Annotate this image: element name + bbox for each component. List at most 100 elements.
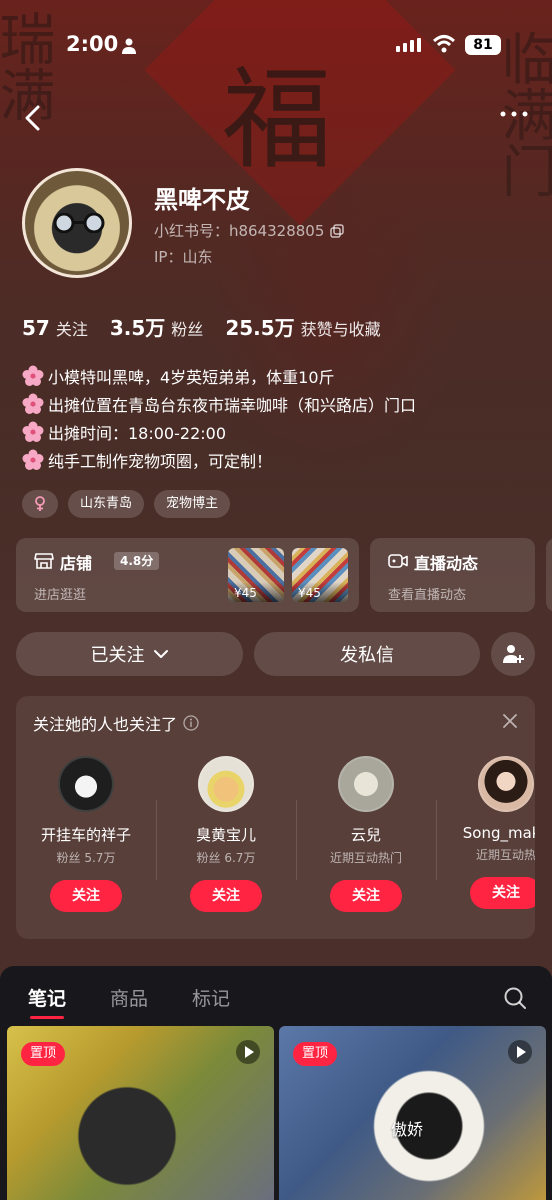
- redid-label: 小红书号：h864328805: [154, 222, 325, 240]
- add-friend-button[interactable]: [491, 632, 535, 676]
- tab-products[interactable]: 商品: [110, 984, 148, 1011]
- recommended-user-avatar[interactable]: [478, 756, 534, 812]
- store-icon: [34, 553, 54, 569]
- cherry-blossom-icon: [22, 421, 44, 442]
- recommended-user-name: 开挂车的祥子: [40, 826, 131, 844]
- gender-tag: [22, 490, 58, 518]
- recommended-user-avatar[interactable]: [58, 756, 114, 812]
- recommended-user-name: Song_make: [462, 824, 535, 842]
- store-subtitle: 进店逛逛: [34, 588, 87, 603]
- recommended-user-sub: 粉丝 6.7万: [196, 851, 256, 865]
- recommended-user-avatar[interactable]: [338, 756, 394, 812]
- recommended-user[interactable]: 云兒 近期互动热门 关注: [296, 756, 436, 936]
- recommended-user-name: 臭黄宝儿: [195, 826, 256, 844]
- live-subtitle: 查看直播动态: [388, 588, 467, 603]
- chevron-down-icon: [153, 650, 168, 658]
- bio: 小模特叫黑啤，4岁英短弟弟，体重10斤 出摊位置在青岛台东夜市瑞幸咖啡（和兴路店…: [22, 362, 532, 474]
- status-time: 2:00: [66, 32, 119, 56]
- avatar[interactable]: [22, 168, 132, 278]
- bio-text: 出摊位置在青岛台东夜市瑞幸咖啡（和兴路店）门口: [48, 396, 417, 415]
- product-price: ¥45: [292, 582, 348, 602]
- video-play-icon: [236, 1040, 260, 1064]
- stat-followers[interactable]: 3.5万 粉丝: [110, 312, 203, 341]
- stat-label: 获赞与收藏: [300, 320, 381, 339]
- live-card[interactable]: 直播动态 查看直播动态: [370, 538, 535, 612]
- extra-card[interactable]: [546, 538, 552, 612]
- cherry-blossom-icon: [22, 365, 44, 386]
- stat-following[interactable]: 57 关注: [22, 316, 88, 340]
- stat-value: 25.5万: [225, 316, 295, 340]
- recommended-follow-button[interactable]: 关注: [330, 880, 402, 912]
- recommended-user-sub: 近期互动热门: [329, 851, 402, 865]
- add-user-icon: [503, 645, 524, 663]
- content-tabs: 笔记 商品 标记: [28, 984, 230, 1019]
- ip-location: IP：山东: [154, 248, 213, 266]
- product-thumbnail[interactable]: ¥45: [292, 548, 348, 602]
- back-button[interactable]: [20, 104, 48, 132]
- recommended-user-avatar[interactable]: [198, 756, 254, 812]
- wifi-icon: [432, 35, 456, 53]
- product-thumbnail[interactable]: ¥45: [228, 548, 284, 602]
- cherry-blossom-icon: [22, 449, 44, 470]
- store-rating: 4.8分: [114, 552, 160, 570]
- stat-likes-collections[interactable]: 25.5万 获赞与收藏: [225, 312, 380, 341]
- recommended-user[interactable]: Song_make 近期互动热 关注: [436, 756, 535, 936]
- more-button[interactable]: [498, 104, 530, 124]
- note-card[interactable]: 置顶: [7, 1026, 274, 1200]
- recommended-user[interactable]: 臭黄宝儿 粉丝 6.7万 关注: [156, 756, 296, 936]
- username: 黑啤不皮: [154, 186, 250, 214]
- bio-line: 小模特叫黑啤，4岁英短弟弟，体重10斤: [22, 362, 532, 390]
- video-play-icon: [508, 1040, 532, 1064]
- recommendation-title: 关注她的人也关注了: [33, 711, 199, 735]
- content-section: 笔记 商品 标记 置顶 置顶 傲娇: [0, 966, 552, 1200]
- profile-stats: 57 关注 3.5万 粉丝 25.5万 获赞与收藏: [22, 312, 381, 341]
- bio-text: 出摊时间：18:00-22:00: [48, 424, 226, 443]
- message-label: 发私信: [340, 645, 394, 666]
- tab-notes[interactable]: 笔记: [28, 984, 66, 1019]
- product-price: ¥45: [228, 582, 284, 602]
- stat-label: 粉丝: [171, 320, 204, 339]
- bio-text: 小模特叫黑啤，4岁英短弟弟，体重10斤: [48, 368, 335, 387]
- bio-line: 出摊时间：18:00-22:00: [22, 418, 532, 446]
- following-label: 已关注: [90, 645, 145, 666]
- recommended-follow-button[interactable]: 关注: [190, 880, 262, 912]
- category-tag: 宠物博主: [154, 490, 231, 518]
- recommended-follow-button[interactable]: 关注: [50, 880, 122, 912]
- message-button[interactable]: 发私信: [254, 632, 480, 676]
- redid-row[interactable]: 小红书号：h864328805: [154, 220, 345, 241]
- bio-line: 出摊位置在青岛台东夜市瑞幸咖啡（和兴路店）门口: [22, 390, 532, 418]
- stat-label: 关注: [55, 320, 88, 339]
- battery-indicator: 81: [465, 35, 501, 55]
- note-caption: 傲娇: [391, 1120, 424, 1139]
- store-title: 店铺: [60, 554, 93, 573]
- tab-bookmarks[interactable]: 标记: [192, 984, 230, 1011]
- avatar-image: [53, 213, 105, 233]
- close-icon[interactable]: [503, 714, 517, 728]
- following-button[interactable]: 已关注: [16, 632, 243, 676]
- note-card[interactable]: 置顶 傲娇: [279, 1026, 546, 1200]
- stat-value: 57: [22, 316, 50, 340]
- recommended-user[interactable]: 开挂车的祥子 粉丝 5.7万 关注: [16, 756, 156, 936]
- recommended-user-sub: 近期互动热: [475, 848, 535, 862]
- location-tag: 山东青岛: [68, 490, 145, 518]
- pinned-badge: 置顶: [21, 1042, 66, 1066]
- cherry-blossom-icon: [22, 393, 44, 414]
- profile-tags: 山东青岛 宠物博主: [22, 490, 231, 518]
- status-bar: 2:00 81: [0, 30, 552, 60]
- search-icon[interactable]: [503, 986, 527, 1010]
- recommended-follow-button[interactable]: 关注: [470, 877, 535, 909]
- person-icon: [122, 38, 136, 54]
- live-camera-icon: [388, 554, 408, 568]
- recommendation-title-text: 关注她的人也关注了: [33, 715, 178, 734]
- store-card[interactable]: 店铺 4.8分 进店逛逛 ¥45 ¥45: [16, 538, 359, 612]
- pinned-badge: 置顶: [293, 1042, 338, 1066]
- bio-text: 纯手工制作宠物项圈，可定制！: [48, 452, 273, 471]
- live-title: 直播动态: [414, 554, 479, 573]
- female-icon: [35, 496, 45, 511]
- copy-icon[interactable]: [330, 223, 345, 238]
- info-icon[interactable]: [183, 715, 199, 731]
- recommended-user-name: 云兒: [350, 826, 381, 844]
- recommendation-panel: 关注她的人也关注了 开挂车的祥子 粉丝 5.7万 关注 臭黄宝儿 粉丝 6.7万…: [16, 696, 535, 939]
- signal-icon: [396, 38, 421, 52]
- recommended-user-sub: 粉丝 5.7万: [56, 851, 116, 865]
